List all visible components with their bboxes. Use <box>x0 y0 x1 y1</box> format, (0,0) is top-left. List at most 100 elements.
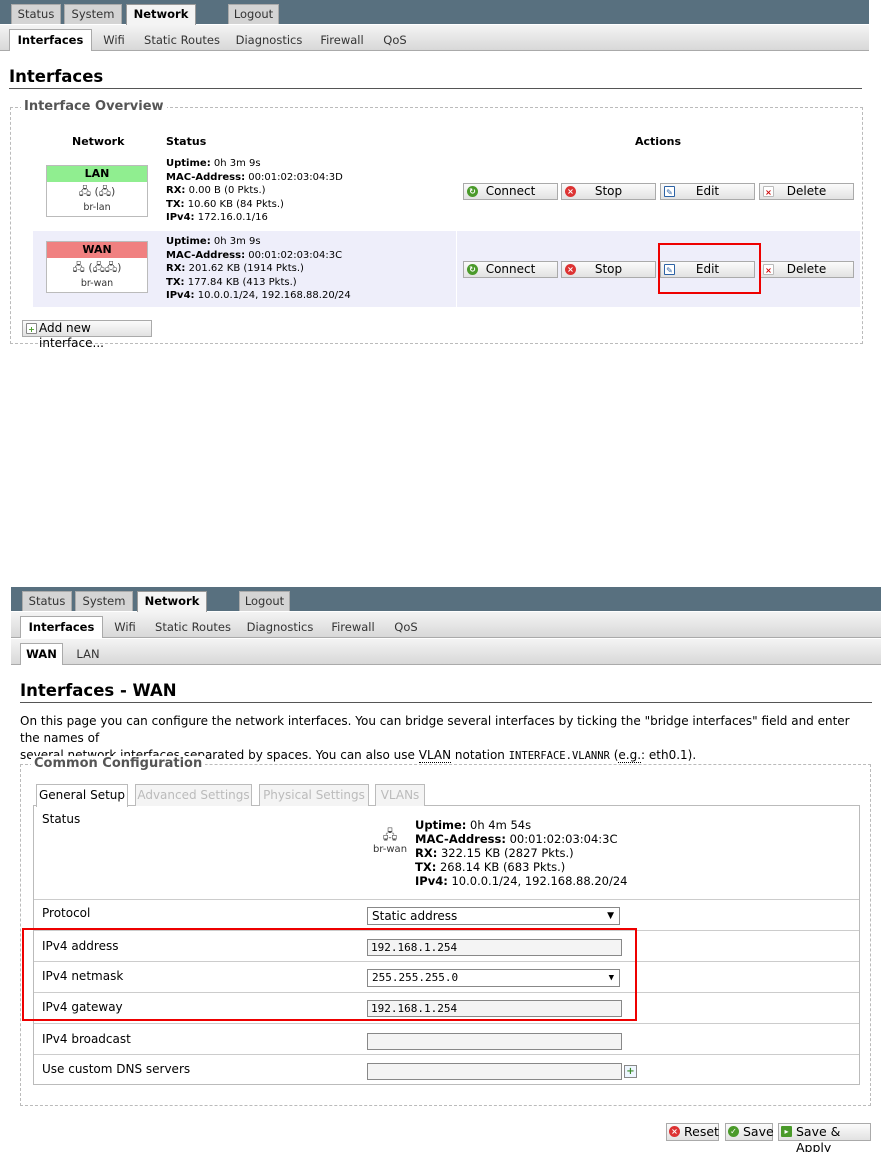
header-status: Status <box>166 135 207 148</box>
delete-button[interactable]: × Delete <box>759 183 854 200</box>
submenu: Interfaces Wifi Static Routes Diagnostic… <box>0 25 869 51</box>
tab-vlans[interactable]: VLANs <box>375 784 425 806</box>
page-title: Interfaces <box>9 67 862 89</box>
code-sample: INTERFACE.VLANNR <box>508 750 610 762</box>
submenu-tab-diagnostics[interactable]: Diagnostics <box>245 616 315 638</box>
submenu-tab-qos[interactable]: QoS <box>378 29 412 51</box>
refresh-icon: ↻ <box>467 186 478 197</box>
network-device: br-lan <box>83 202 111 213</box>
protocol-label: Protocol <box>42 906 91 920</box>
ipv4-broadcast-input[interactable] <box>367 1033 622 1050</box>
save-apply-button[interactable]: ▸ Save & Apply <box>778 1123 871 1152</box>
interface-subtabs: WAN LAN <box>11 639 881 665</box>
tab-general-setup[interactable]: General Setup <box>36 784 128 807</box>
uptime-value: 0h 3m 9s <box>213 236 261 247</box>
submenu-tab-static-routes[interactable]: Static Routes <box>151 616 235 638</box>
reset-icon: × <box>669 1126 680 1137</box>
stop-button[interactable]: × Stop <box>561 183 656 200</box>
network-device: br-wan <box>80 278 114 289</box>
reset-button[interactable]: × Reset <box>666 1123 719 1141</box>
submenu-tab-wifi[interactable]: Wifi <box>98 29 130 51</box>
subtab-wan[interactable]: WAN <box>20 643 63 665</box>
status-label: Status <box>42 812 81 826</box>
row-protocol: Protocol Static address ▼ <box>34 899 859 930</box>
menu-tab-logout[interactable]: Logout <box>239 591 290 611</box>
interface-status: Uptime: 0h 3m 9s MAC-Address: 00:01:02:0… <box>166 158 343 224</box>
page-title: Interfaces - WAN <box>20 681 872 703</box>
stop-icon: × <box>565 264 576 275</box>
mac-value: 00:01:02:03:04:3C <box>509 832 618 846</box>
tab-physical-settings[interactable]: Physical Settings <box>259 784 369 806</box>
highlight-box-ipv4 <box>22 928 637 1021</box>
subtab-lan[interactable]: LAN <box>71 643 105 665</box>
network-name: WAN <box>47 242 147 258</box>
main-menu: Status System Network Logout <box>11 587 881 612</box>
row-ipv4-broadcast: IPv4 broadcast <box>34 1023 859 1054</box>
edit-button[interactable]: ✎ Edit <box>660 183 755 200</box>
dns-input[interactable] <box>367 1063 622 1080</box>
add-dns-icon[interactable]: + <box>624 1065 637 1078</box>
interface-overview-fieldset: Interface Overview Network Status Action… <box>10 99 863 350</box>
menu-tab-system[interactable]: System <box>64 4 122 24</box>
row-dns: Use custom DNS servers + <box>34 1054 859 1085</box>
submenu-tab-interfaces[interactable]: Interfaces <box>9 29 92 51</box>
rx-value: 322.15 KB (2827 Pkts.) <box>440 846 574 860</box>
status-device-name: br-wan <box>372 844 408 855</box>
connect-button[interactable]: ↻ Connect <box>463 261 558 278</box>
uptime-value: 0h 3m 9s <box>213 158 261 169</box>
menu-tab-status[interactable]: Status <box>22 591 72 611</box>
submenu-tab-qos[interactable]: QoS <box>389 616 423 638</box>
menu-tab-logout[interactable]: Logout <box>228 4 279 24</box>
tab-advanced-settings[interactable]: Advanced Settings <box>135 784 252 806</box>
ethernet-icon: 🖧🖧 <box>92 261 118 274</box>
status-details: Uptime: 0h 4m 54s MAC-Address: 00:01:02:… <box>415 818 628 888</box>
submenu-tab-firewall[interactable]: Firewall <box>327 616 379 638</box>
network-name: LAN <box>47 166 147 182</box>
stop-button[interactable]: × Stop <box>561 261 656 278</box>
ipv4-value: 10.0.0.1/24, 192.168.88.20/24 <box>451 874 628 888</box>
overview-screenshot: Status System Network Logout Interfaces … <box>0 0 869 366</box>
submenu-tab-wifi[interactable]: Wifi <box>109 616 141 638</box>
common-configuration-fieldset: Common Configuration General Setup Advan… <box>20 756 871 1106</box>
menu-tab-network[interactable]: Network <box>126 4 196 25</box>
dropdown-arrow-icon: ▼ <box>607 911 614 921</box>
protocol-select[interactable]: Static address ▼ <box>367 907 620 925</box>
interface-row-lan: LAN 🖧 (🖧) br-lan Uptime: 0h 3m 9s MAC-Ad… <box>33 153 860 229</box>
uptime-value: 0h 4m 54s <box>470 818 532 832</box>
fieldset-legend: Common Configuration <box>31 756 206 771</box>
menu-tab-network[interactable]: Network <box>137 591 207 612</box>
vlan-abbr: VLAN <box>418 748 452 763</box>
header-network: Network <box>72 135 125 148</box>
fieldset-legend: Interface Overview <box>21 99 167 114</box>
tx-value: 10.60 KB (84 Pkts.) <box>187 198 284 210</box>
dns-label: Use custom DNS servers <box>42 1062 191 1076</box>
connect-button[interactable]: ↻ Connect <box>463 183 558 200</box>
rx-value: 201.62 KB (1914 Pkts.) <box>188 263 304 275</box>
check-icon: ✓ <box>728 1126 739 1137</box>
submenu-tab-firewall[interactable]: Firewall <box>316 29 368 51</box>
ethernet-icon: 🖧 <box>382 828 398 843</box>
delete-button[interactable]: × Delete <box>759 261 854 278</box>
menu-tab-status[interactable]: Status <box>11 4 61 24</box>
delete-icon: × <box>763 264 774 275</box>
network-device-icon: 🖧 (🖧) <box>78 185 116 198</box>
tx-value: 268.14 KB (683 Pkts.) <box>439 860 566 874</box>
ethernet-icon: 🖧 <box>78 185 91 198</box>
network-device-icon: 🖧 (🖧🖧) <box>72 261 122 274</box>
edit-icon: ✎ <box>664 186 675 197</box>
ethernet-icon: 🖧 <box>98 185 112 198</box>
submenu-tab-diagnostics[interactable]: Diagnostics <box>234 29 304 51</box>
ipv4-value: 10.0.0.1/24, 192.168.88.20/24 <box>197 290 351 302</box>
menu-tab-system[interactable]: System <box>75 591 133 611</box>
refresh-icon: ↻ <box>467 264 478 275</box>
ipv4-broadcast-label: IPv4 broadcast <box>42 1032 131 1046</box>
header-actions: Actions <box>635 135 681 148</box>
submenu-tab-static-routes[interactable]: Static Routes <box>140 29 224 51</box>
rx-value: 0.00 B (0 Pkts.) <box>188 185 266 197</box>
submenu-tab-interfaces[interactable]: Interfaces <box>20 616 103 638</box>
add-interface-button[interactable]: + Add new interface... <box>22 320 152 350</box>
mac-value: 00:01:02:03:04:3C <box>248 249 343 261</box>
save-button[interactable]: ✓ Save <box>725 1123 774 1141</box>
submenu: Interfaces Wifi Static Routes Diagnostic… <box>11 612 881 638</box>
ethernet-icon: 🖧 <box>72 261 85 274</box>
